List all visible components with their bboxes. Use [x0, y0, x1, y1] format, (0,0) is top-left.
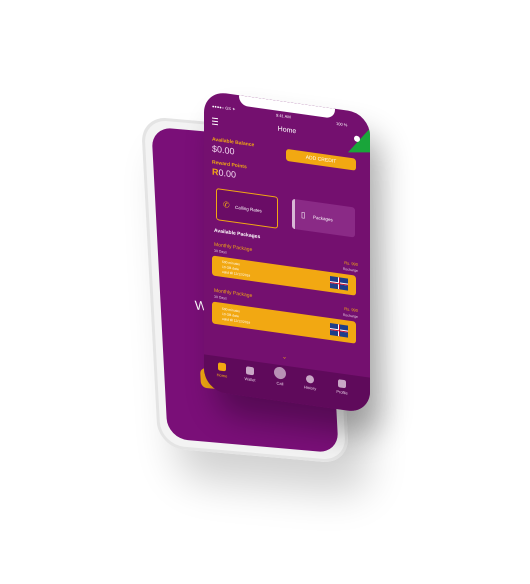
phone-outline-icon: ▯ [301, 209, 306, 220]
tab-label: Calling Rates [235, 204, 262, 214]
section-title: Available Packages [214, 227, 261, 241]
package-price: Rs. 990 [344, 260, 358, 267]
nav-profile[interactable]: Profile [330, 378, 354, 396]
tab-packages[interactable]: ▯ Packages [292, 198, 355, 238]
nav-label: Home [216, 372, 228, 379]
uk-flag-icon [330, 276, 348, 291]
call-icon [274, 366, 286, 380]
nav-label: History [303, 384, 317, 392]
package-price: Rs. 990 [344, 306, 358, 313]
package-days: 30 Days [214, 294, 227, 301]
uk-flag-icon [330, 323, 348, 338]
nav-label: Profile [336, 388, 348, 396]
page-title: Home [277, 125, 297, 136]
tab-calling-rates[interactable]: ✆ Calling Rates [216, 188, 278, 229]
profile-icon [338, 379, 346, 389]
wallet-icon [246, 366, 254, 376]
package-validity: valid till 12/12/2019 [222, 316, 251, 325]
status-carrier: ●●●●○ GS ✦ [212, 103, 236, 112]
front-phone: ●●●●○ GS ✦ 9:41 AM 100 % Home Available … [204, 90, 370, 414]
package-validity: valid till 12/12/2019 [222, 269, 251, 278]
menu-icon[interactable] [212, 117, 218, 126]
package-tag: Recharge [342, 312, 358, 319]
package-card[interactable]: 500 minutes 10 GB data valid till 12/12/… [212, 301, 356, 344]
nav-label: Wallet [244, 376, 256, 383]
gear-icon[interactable] [354, 135, 360, 143]
phone-icon: ✆ [223, 200, 230, 210]
nav-home[interactable]: Home [210, 361, 234, 379]
nav-call[interactable]: Call [268, 365, 292, 387]
balance-value: $0.00 [212, 143, 235, 157]
nav-wallet[interactable]: Wallet [238, 365, 262, 383]
package-tag: Recharge [342, 266, 358, 273]
reward-amount: 0.00 [218, 167, 237, 180]
tab-label: Packages [313, 214, 333, 223]
reward-value: R0.00 [212, 166, 236, 179]
home-icon [218, 362, 226, 372]
add-credit-button[interactable]: ADD CREDIT [286, 148, 356, 171]
nav-history[interactable]: History [298, 374, 322, 392]
package-days: 30 Days [214, 248, 227, 255]
status-time: 9:41 AM [276, 112, 291, 120]
nav-label: Call [276, 380, 284, 387]
history-icon [306, 374, 314, 384]
chevron-down-icon[interactable]: ⌄ [282, 353, 287, 361]
